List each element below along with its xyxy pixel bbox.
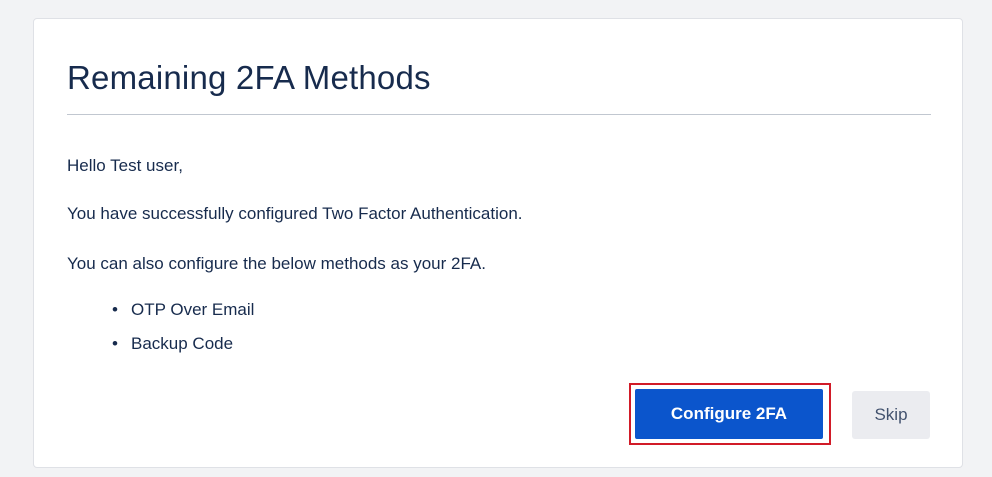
remaining-2fa-dialog: Remaining 2FA Methods Hello Test user, Y… (33, 18, 963, 468)
method-label: Backup Code (131, 334, 234, 353)
info-message: You can also configure the below methods… (67, 254, 486, 273)
title-divider (67, 114, 931, 115)
dialog-title: Remaining 2FA Methods (67, 59, 431, 96)
configure-button-highlight: Configure 2FA (629, 383, 831, 445)
method-label: OTP Over Email (131, 300, 255, 319)
skip-button[interactable]: Skip (852, 391, 930, 439)
success-message: You have successfully configured Two Fac… (67, 204, 523, 223)
configure-2fa-button[interactable]: Configure 2FA (635, 389, 823, 439)
greeting-text: Hello Test user, (67, 156, 183, 175)
bullet-icon: • (112, 300, 118, 319)
bullet-icon: • (112, 334, 118, 353)
